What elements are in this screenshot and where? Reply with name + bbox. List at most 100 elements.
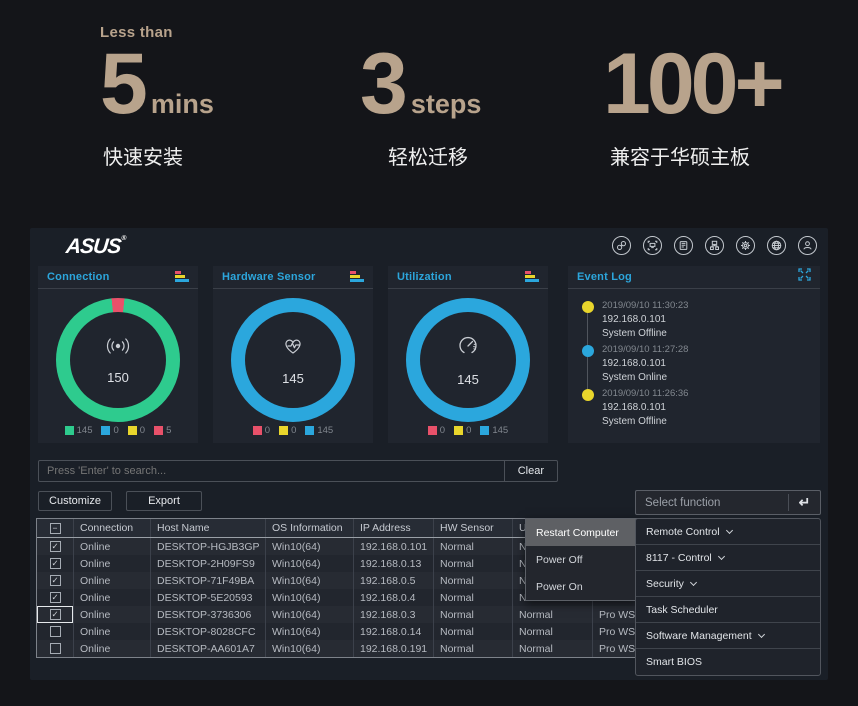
stat-caption: 轻松迁移 xyxy=(388,141,481,170)
row-checkbox-cell[interactable] xyxy=(37,606,74,623)
customize-button[interactable]: Customize xyxy=(38,491,112,511)
function-menu-item[interactable]: Task Scheduler xyxy=(636,597,820,623)
select-function-dropdown[interactable]: Select function ↵ xyxy=(635,490,821,515)
row-checkbox-cell[interactable] xyxy=(37,623,74,640)
event-log-entry: 2019/09/10 11:30:23 192.168.0.101 System… xyxy=(582,300,810,344)
function-panel: Select function ↵ Remote Control8117 - C… xyxy=(635,490,821,676)
function-menu-item[interactable]: Smart BIOS xyxy=(636,649,820,675)
stat-compatibility: 100+ 兼容于华硕主板 xyxy=(603,24,788,170)
bar-chart-icon[interactable] xyxy=(175,271,189,283)
panel-title: Hardware Sensor xyxy=(222,271,315,283)
event-status-dot xyxy=(582,301,594,313)
cell-connection: Online xyxy=(74,538,151,555)
header-hw-sensor[interactable]: HW Sensor xyxy=(434,519,513,537)
cell-os-information: Win10(64) xyxy=(266,606,354,623)
table-row[interactable]: Online DESKTOP-3736306 Win10(64) 192.168… xyxy=(37,606,637,623)
globe-icon[interactable] xyxy=(767,236,786,255)
cell-os-information: Win10(64) xyxy=(266,572,354,589)
row-checkbox[interactable] xyxy=(50,558,61,569)
row-checkbox[interactable] xyxy=(50,643,61,654)
cell-ip-address: 192.168.0.14 xyxy=(354,623,434,640)
legend-item: 0 xyxy=(454,425,471,436)
network-icon[interactable] xyxy=(705,236,724,255)
header-ip-address[interactable]: IP Address xyxy=(354,519,434,537)
legend-item: 0 xyxy=(128,425,145,436)
chevron-down-icon xyxy=(718,553,725,560)
dashboard-window: ASUS® Connection 150 145005 xyxy=(30,228,828,680)
expand-icon[interactable] xyxy=(798,268,811,286)
event-status: System Offline xyxy=(602,328,810,339)
event-ip: 192.168.0.101 xyxy=(602,402,810,413)
select-function-placeholder: Select function xyxy=(636,497,788,509)
gear-icon[interactable] xyxy=(736,236,755,255)
cell-os-information: Win10(64) xyxy=(266,623,354,640)
row-checkbox-cell[interactable] xyxy=(37,572,74,589)
header-os-information[interactable]: OS Information xyxy=(266,519,354,537)
cell-os-information: Win10(64) xyxy=(266,640,354,657)
cell-motherboard: Pro WS X57 xyxy=(593,623,637,640)
event-status: System Online xyxy=(602,372,810,383)
event-timestamp: 2019/09/10 11:30:23 xyxy=(602,300,810,311)
stat-install: Less than 5 mins 快速安装 xyxy=(100,24,214,170)
export-button[interactable]: Export xyxy=(126,491,202,511)
bar-chart-icon[interactable] xyxy=(350,271,364,283)
row-checkbox[interactable] xyxy=(50,626,61,637)
context-menu-item[interactable]: Power Off xyxy=(526,546,637,573)
cell-connection: Online xyxy=(74,572,151,589)
row-checkbox-cell[interactable] xyxy=(37,589,74,606)
stat-unit: mins xyxy=(151,89,214,120)
row-checkbox[interactable] xyxy=(50,592,61,603)
header-connection[interactable]: Connection xyxy=(74,519,151,537)
table-row[interactable]: Online DESKTOP-8028CFC Win10(64) 192.168… xyxy=(37,623,637,640)
event-ip: 192.168.0.101 xyxy=(602,314,810,325)
context-menu-item[interactable]: Restart Computer xyxy=(526,519,637,546)
event-status-dot xyxy=(582,389,594,401)
legend-item: 0 xyxy=(428,425,445,436)
server-icon[interactable] xyxy=(674,236,693,255)
function-menu-item[interactable]: Software Management xyxy=(636,623,820,649)
cell-hw-sensor: Normal xyxy=(434,589,513,606)
connection-panel: Connection 150 145005 xyxy=(38,266,198,443)
cell-host-name: DESKTOP-2H09FS9 xyxy=(151,555,266,572)
context-menu-item[interactable]: Power On xyxy=(526,573,637,600)
enter-icon[interactable]: ↵ xyxy=(788,494,820,511)
header-host-name[interactable]: Host Name xyxy=(151,519,266,537)
cell-hw-sensor: Normal xyxy=(434,640,513,657)
row-checkbox-cell[interactable] xyxy=(37,538,74,555)
legend-color-chip xyxy=(101,426,110,435)
cell-ip-address: 192.168.0.191 xyxy=(354,640,434,657)
user-icon[interactable] xyxy=(798,236,817,255)
legend-item: 0 xyxy=(101,425,118,436)
stat-caption: 快速安装 xyxy=(103,141,214,170)
select-all-checkbox[interactable] xyxy=(50,523,61,534)
event-timestamp: 2019/09/10 11:26:36 xyxy=(602,388,810,399)
link-icon[interactable] xyxy=(612,236,631,255)
function-menu-item[interactable]: 8117 - Control xyxy=(636,545,820,571)
search-input[interactable] xyxy=(39,461,504,481)
clear-button[interactable]: Clear xyxy=(504,461,557,481)
row-checkbox-cell[interactable] xyxy=(37,555,74,572)
cell-os-information: Win10(64) xyxy=(266,555,354,572)
cell-os-information: Win10(64) xyxy=(266,538,354,555)
function-menu-item[interactable]: Security xyxy=(636,571,820,597)
legend-color-chip xyxy=(253,426,262,435)
row-checkbox-cell[interactable] xyxy=(37,640,74,657)
row-checkbox[interactable] xyxy=(50,541,61,552)
table-row[interactable]: Online DESKTOP-AA601A7 Win10(64) 192.168… xyxy=(37,640,637,657)
row-checkbox[interactable] xyxy=(50,575,61,586)
cell-ip-address: 192.168.0.101 xyxy=(354,538,434,555)
row-checkbox[interactable] xyxy=(50,609,61,620)
cell-ip-address: 192.168.0.4 xyxy=(354,589,434,606)
event-timestamp: 2019/09/10 11:27:28 xyxy=(602,344,810,355)
legend-item: 145 xyxy=(305,425,333,436)
hardware-sensor-legend: 00145 xyxy=(213,425,373,436)
select-all-checkbox-cell[interactable] xyxy=(37,519,74,537)
bar-chart-icon[interactable] xyxy=(525,271,539,283)
function-menu-item[interactable]: Remote Control xyxy=(636,519,820,545)
cell-connection: Online xyxy=(74,589,151,606)
connection-legend: 145005 xyxy=(38,425,198,436)
event-log-entry: 2019/09/10 11:27:28 192.168.0.101 System… xyxy=(582,344,810,388)
cell-connection: Online xyxy=(74,555,151,572)
device-scan-icon[interactable] xyxy=(643,236,662,255)
cell-utilization: Normal xyxy=(513,606,593,623)
